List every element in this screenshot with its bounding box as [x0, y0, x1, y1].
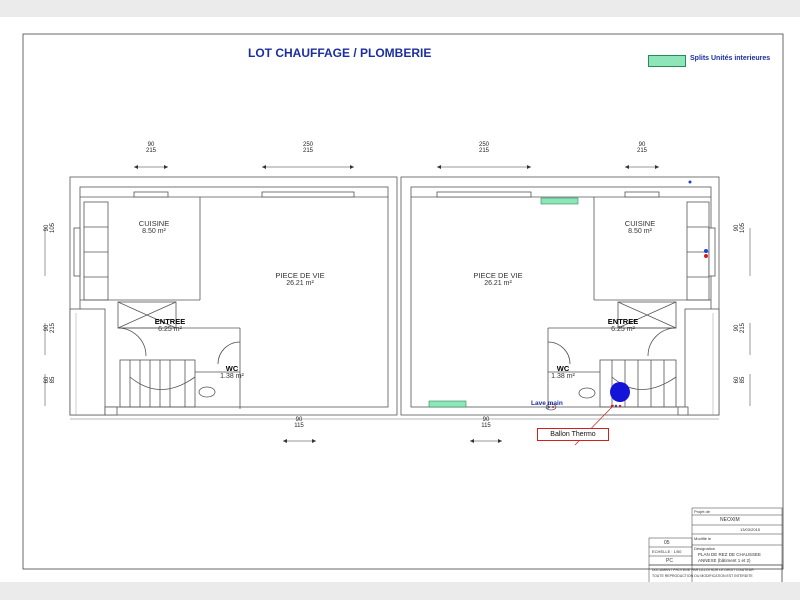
cartouche-client: NEOXIM	[720, 517, 740, 523]
room-label: CUISINE	[138, 219, 170, 228]
dimension-label: 90 105	[734, 223, 746, 234]
cartouche-num: 05	[664, 540, 670, 546]
pipe-blue	[704, 249, 708, 253]
room-label: ENTREE	[607, 317, 639, 326]
cartouche-echelle: ECHELLE : 1/50	[652, 549, 682, 554]
cartouche-modifie-label: Modifié le	[694, 536, 712, 541]
ballon-thermo-callout: Ballon Thermo	[537, 428, 609, 441]
lave-main-label: Lave main	[531, 400, 563, 407]
cartouche-designation-1: PLAN DE REZ DE CHAUSSEE	[698, 552, 762, 557]
room-label: ENTREE	[154, 317, 186, 326]
room-area: 26.21 m²	[286, 280, 314, 287]
room-area: 1.38 m²	[551, 373, 575, 380]
dimension-label: 250 215	[478, 142, 489, 154]
room-area: 6.25 m²	[611, 326, 635, 333]
room-label: WC	[225, 364, 239, 373]
dimension-label: 90 115	[294, 417, 304, 429]
dimension-label: 90 215	[145, 142, 156, 154]
cartouche-note: DOCUMENT PROTEGE PAR LA LOI SUR LE DROIT…	[652, 568, 754, 572]
dimension-label: 90 215	[636, 142, 647, 154]
dimension-label: 90 105	[44, 223, 56, 234]
cartouche-designation-2: ANNEXE (bâtiment 1 et 2)	[698, 558, 751, 563]
room-label: PIECE DE VIE	[275, 271, 325, 280]
room-area: 26.21 m²	[484, 280, 512, 287]
floor-plan	[22, 33, 784, 582]
dimension-label: 60 85	[44, 376, 56, 384]
room-area: 8.50 m²	[628, 228, 652, 235]
room-area: 6.25 m²	[158, 326, 182, 333]
pillar-left	[69, 308, 106, 416]
room-label: CUISINE	[624, 219, 656, 228]
pipe-red	[704, 254, 708, 258]
sheet-frame	[22, 33, 784, 570]
room-area: 1.38 m²	[220, 373, 244, 380]
cartouche-projet-label: Projet de	[694, 509, 711, 514]
dimension-label: 60 85	[734, 376, 746, 384]
room-area: 8.50 m²	[142, 228, 166, 235]
split-unit-right-bottom	[428, 400, 467, 408]
room-label: PIECE DE VIE	[473, 271, 523, 280]
dimension-label: 90 215	[44, 323, 56, 334]
pillar-right	[684, 308, 720, 416]
legend: Splits Unités interieures	[648, 54, 798, 68]
cartouche-designation-label: Désignation	[694, 546, 716, 551]
drawing-sheet: LOT CHAUFFAGE / PLOMBERIE Splits Unités …	[0, 17, 800, 582]
cartouche-note: TOUTE REPRODUCTION OU MODIFICATION EST I…	[652, 574, 753, 578]
plan-title: LOT CHAUFFAGE / PLOMBERIE	[248, 46, 432, 60]
cartouche-date: 13/03/2015	[740, 527, 761, 532]
cartouche-code: PC	[666, 558, 673, 564]
ballon-thermo-icon	[610, 382, 630, 402]
dimension-label: 90 115	[481, 417, 491, 429]
legend-label: Splits Unités interieures	[690, 55, 771, 62]
dimension-label: 250 215	[302, 142, 313, 154]
dimension-label: 90 215	[734, 323, 746, 334]
split-unit-right-top	[540, 197, 579, 205]
legend-swatch	[648, 55, 686, 67]
room-label: WC	[556, 364, 570, 373]
